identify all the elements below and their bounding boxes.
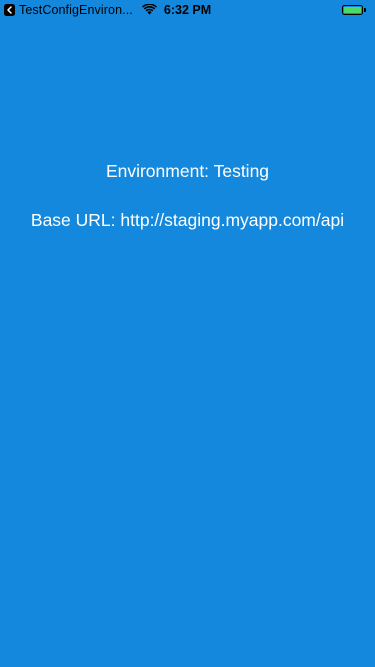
battery-tip bbox=[363, 8, 366, 12]
environment-label: Environment: Testing bbox=[105, 161, 270, 181]
app-screen: TestConfigEnviron... 6:32 PM Environment… bbox=[0, 0, 375, 667]
battery-fill bbox=[344, 7, 361, 13]
battery-icon bbox=[342, 5, 367, 16]
status-time: 6:32 PM bbox=[163, 3, 212, 17]
status-bar: TestConfigEnviron... 6:32 PM bbox=[0, 0, 375, 20]
base-url-label: Base URL: http://staging.myapp.com/api bbox=[30, 210, 345, 230]
battery-body bbox=[342, 5, 363, 15]
